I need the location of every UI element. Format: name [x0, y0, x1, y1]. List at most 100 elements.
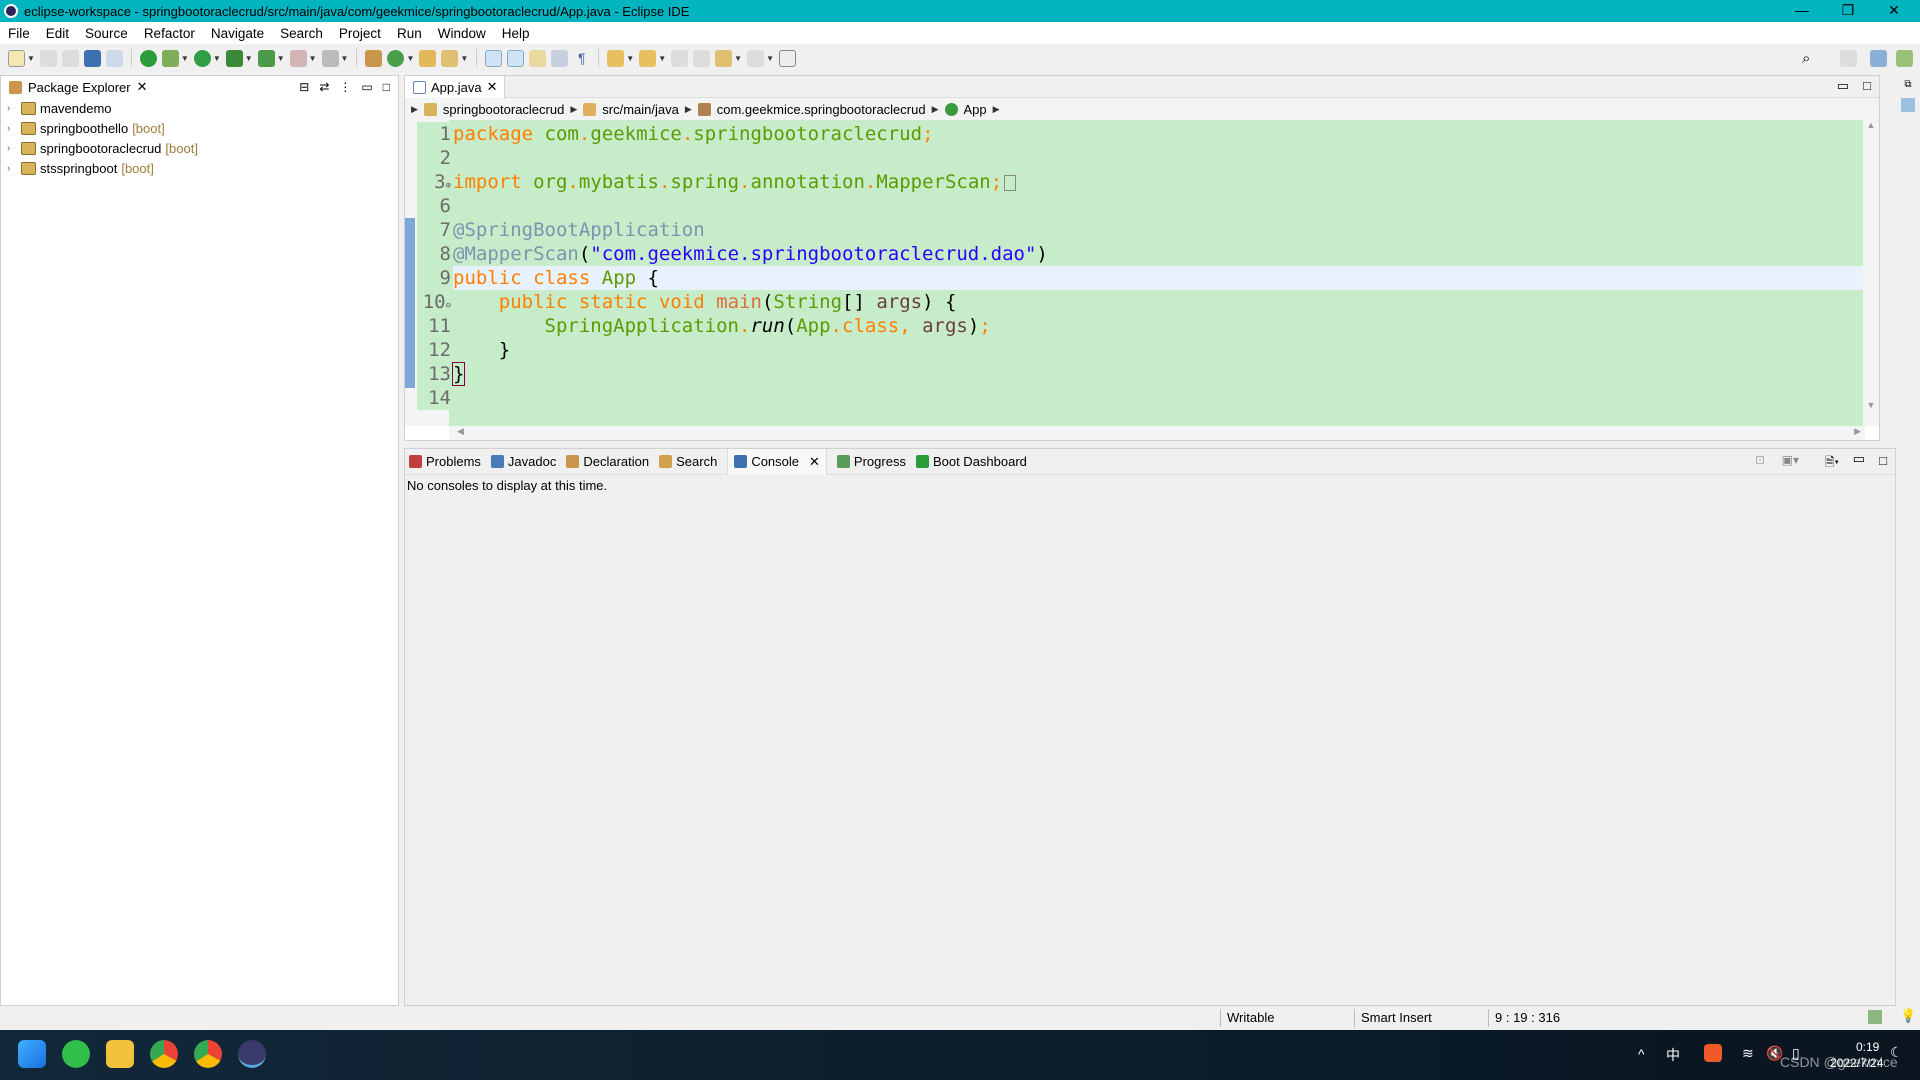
tab-problems[interactable]: Problems — [409, 449, 481, 475]
minimize-button[interactable]: — — [1780, 0, 1824, 22]
minimize-editor-icon[interactable]: ▭ — [1837, 78, 1849, 94]
new-icon[interactable] — [8, 49, 25, 67]
menu-edit[interactable]: Edit — [38, 26, 77, 41]
tree-item-project[interactable]: › stsspringboot [boot] — [1, 158, 398, 178]
view-menu-icon[interactable]: ⋮ — [339, 80, 351, 94]
tab-javadoc[interactable]: Javadoc — [490, 449, 556, 475]
menu-refactor[interactable]: Refactor — [136, 26, 203, 41]
debug-perspective-icon[interactable] — [1896, 49, 1913, 67]
chevron-down-icon[interactable]: ▼ — [626, 54, 634, 63]
file-explorer-icon[interactable] — [106, 1040, 134, 1068]
stop-icon[interactable] — [289, 49, 307, 67]
editor-tab-app-java[interactable]: App.java ✕ — [405, 76, 505, 98]
chevron-right-icon[interactable]: › — [7, 163, 17, 174]
tray-chevron-up-icon[interactable]: ^ — [1638, 1046, 1645, 1062]
launch-icon[interactable] — [321, 49, 339, 67]
ime-indicator[interactable]: 中 — [1666, 1045, 1680, 1065]
menu-source[interactable]: Source — [77, 26, 136, 41]
code-editor[interactable]: 1 package com.geekmice.springbootoraclecr… — [405, 120, 1865, 426]
chevron-down-icon[interactable]: ▼ — [181, 54, 189, 63]
show-whitespace-icon[interactable] — [551, 49, 569, 67]
back-icon[interactable] — [693, 49, 711, 67]
code-line[interactable]: import org.mybatis.spring.annotation.Map… — [453, 170, 1865, 194]
tab-progress[interactable]: Progress — [836, 449, 906, 475]
chevron-down-icon[interactable]: ▼ — [460, 54, 468, 63]
breadcrumb-source-folder[interactable]: src/main/java — [602, 102, 679, 117]
eclipse-taskbar-icon[interactable] — [238, 1040, 266, 1068]
next-annotation-icon[interactable] — [607, 49, 625, 67]
code-line[interactable]: package com.geekmice.springbootoraclecru… — [453, 122, 1865, 146]
terminal-icon[interactable] — [83, 49, 101, 67]
maximize-panel-icon[interactable]: □ — [1879, 453, 1887, 468]
menu-window[interactable]: Window — [430, 26, 494, 41]
close-view-icon[interactable]: ✕ — [137, 79, 148, 95]
link-with-editor-icon[interactable]: ⇄ — [319, 80, 329, 94]
open-perspective-icon[interactable] — [1840, 49, 1857, 67]
run-icon[interactable] — [193, 49, 211, 67]
start-icon[interactable] — [18, 1040, 46, 1068]
code-line[interactable] — [453, 386, 1865, 410]
pin-editor-icon[interactable] — [778, 49, 796, 67]
chevron-down-icon[interactable]: ▼ — [27, 54, 35, 63]
chevron-down-icon[interactable]: ▼ — [277, 54, 285, 63]
code-line[interactable] — [453, 146, 1865, 170]
wifi-icon[interactable]: ≋ — [1742, 1045, 1754, 1062]
tip-lightbulb-icon[interactable]: 💡 — [1900, 1008, 1916, 1024]
folded-imports-marker[interactable] — [1004, 174, 1017, 191]
spring-boot-icon[interactable] — [139, 49, 157, 67]
fold-icon[interactable]: ⊕ — [446, 181, 451, 191]
package-explorer-tab[interactable]: Package Explorer ✕ ⊟ ⇄ ⋮ ▭ □ — [1, 76, 398, 98]
chrome-icon[interactable] — [150, 1040, 178, 1068]
chrome-icon-2[interactable] — [194, 1040, 222, 1068]
chevron-right-icon[interactable]: › — [7, 123, 17, 134]
forward-arrow-icon[interactable] — [747, 49, 765, 67]
menu-help[interactable]: Help — [494, 26, 538, 41]
restore-icon[interactable]: ⧉ — [1896, 79, 1920, 90]
open-console-icon[interactable]: 🗎▾ — [1825, 453, 1839, 474]
java-perspective-icon[interactable] — [1870, 49, 1887, 67]
tree-item-project[interactable]: › springbootoraclecrud [boot] — [1, 138, 398, 158]
save-icon[interactable] — [39, 49, 57, 67]
chevron-down-icon[interactable]: ▼ — [245, 54, 253, 63]
restore-button[interactable]: ❐ — [1826, 0, 1870, 22]
vertical-scrollbar[interactable]: ▲ ▼ — [1863, 120, 1879, 426]
chevron-down-icon[interactable]: ▼ — [766, 54, 774, 63]
last-edit-icon[interactable] — [671, 49, 689, 67]
tab-search[interactable]: Search — [659, 449, 717, 475]
menu-search[interactable]: Search — [272, 26, 331, 41]
tree-item-project[interactable]: › mavendemo — [1, 98, 398, 118]
close-tab-icon[interactable]: ✕ — [809, 454, 820, 470]
horizontal-scrollbar[interactable]: ◀ ▶ — [449, 426, 1865, 440]
coverage-icon[interactable] — [225, 49, 243, 67]
code-line[interactable]: public static void main(String[] args) { — [453, 290, 1865, 314]
code-line[interactable]: SpringApplication.run(App.class, args); — [453, 314, 1865, 338]
debug-icon[interactable] — [161, 49, 179, 67]
chevron-right-icon[interactable]: › — [7, 103, 17, 114]
minimize-view-icon[interactable]: ▭ — [361, 80, 372, 94]
collapse-all-icon[interactable]: ⊟ — [299, 80, 309, 94]
tab-declaration[interactable]: Declaration — [566, 449, 649, 475]
menu-file[interactable]: File — [0, 26, 38, 41]
pilcrow-icon[interactable]: ¶ — [573, 50, 590, 67]
chevron-right-icon[interactable]: › — [7, 143, 17, 154]
tab-console[interactable]: Console ✕ — [727, 448, 827, 475]
menu-run[interactable]: Run — [389, 26, 430, 41]
breadcrumb-project[interactable]: springbootoraclecrud — [443, 102, 564, 117]
chevron-down-icon[interactable]: ▼ — [734, 54, 742, 63]
clock-time[interactable]: 0:19 — [1856, 1040, 1879, 1054]
maximize-editor-icon[interactable]: □ — [1863, 78, 1871, 93]
chevron-down-icon[interactable]: ▼ — [309, 54, 317, 63]
save-all-icon[interactable] — [61, 49, 79, 67]
skip-breakpoints-icon[interactable] — [105, 49, 123, 67]
open-type-icon[interactable] — [419, 49, 437, 67]
outline-icon[interactable] — [1901, 98, 1915, 112]
toggle-mark-occurrences-icon[interactable] — [485, 49, 503, 67]
breadcrumb-class[interactable]: App — [964, 102, 987, 117]
chevron-down-icon[interactable]: ▼ — [658, 54, 666, 63]
new-class-icon[interactable] — [387, 49, 405, 67]
tab-boot-dashboard[interactable]: Boot Dashboard — [915, 449, 1027, 475]
block-selection-icon[interactable] — [529, 49, 547, 67]
error-log-icon[interactable] — [1868, 1010, 1882, 1024]
code-line[interactable]: public class App { — [453, 266, 1865, 290]
menu-project[interactable]: Project — [331, 26, 389, 41]
